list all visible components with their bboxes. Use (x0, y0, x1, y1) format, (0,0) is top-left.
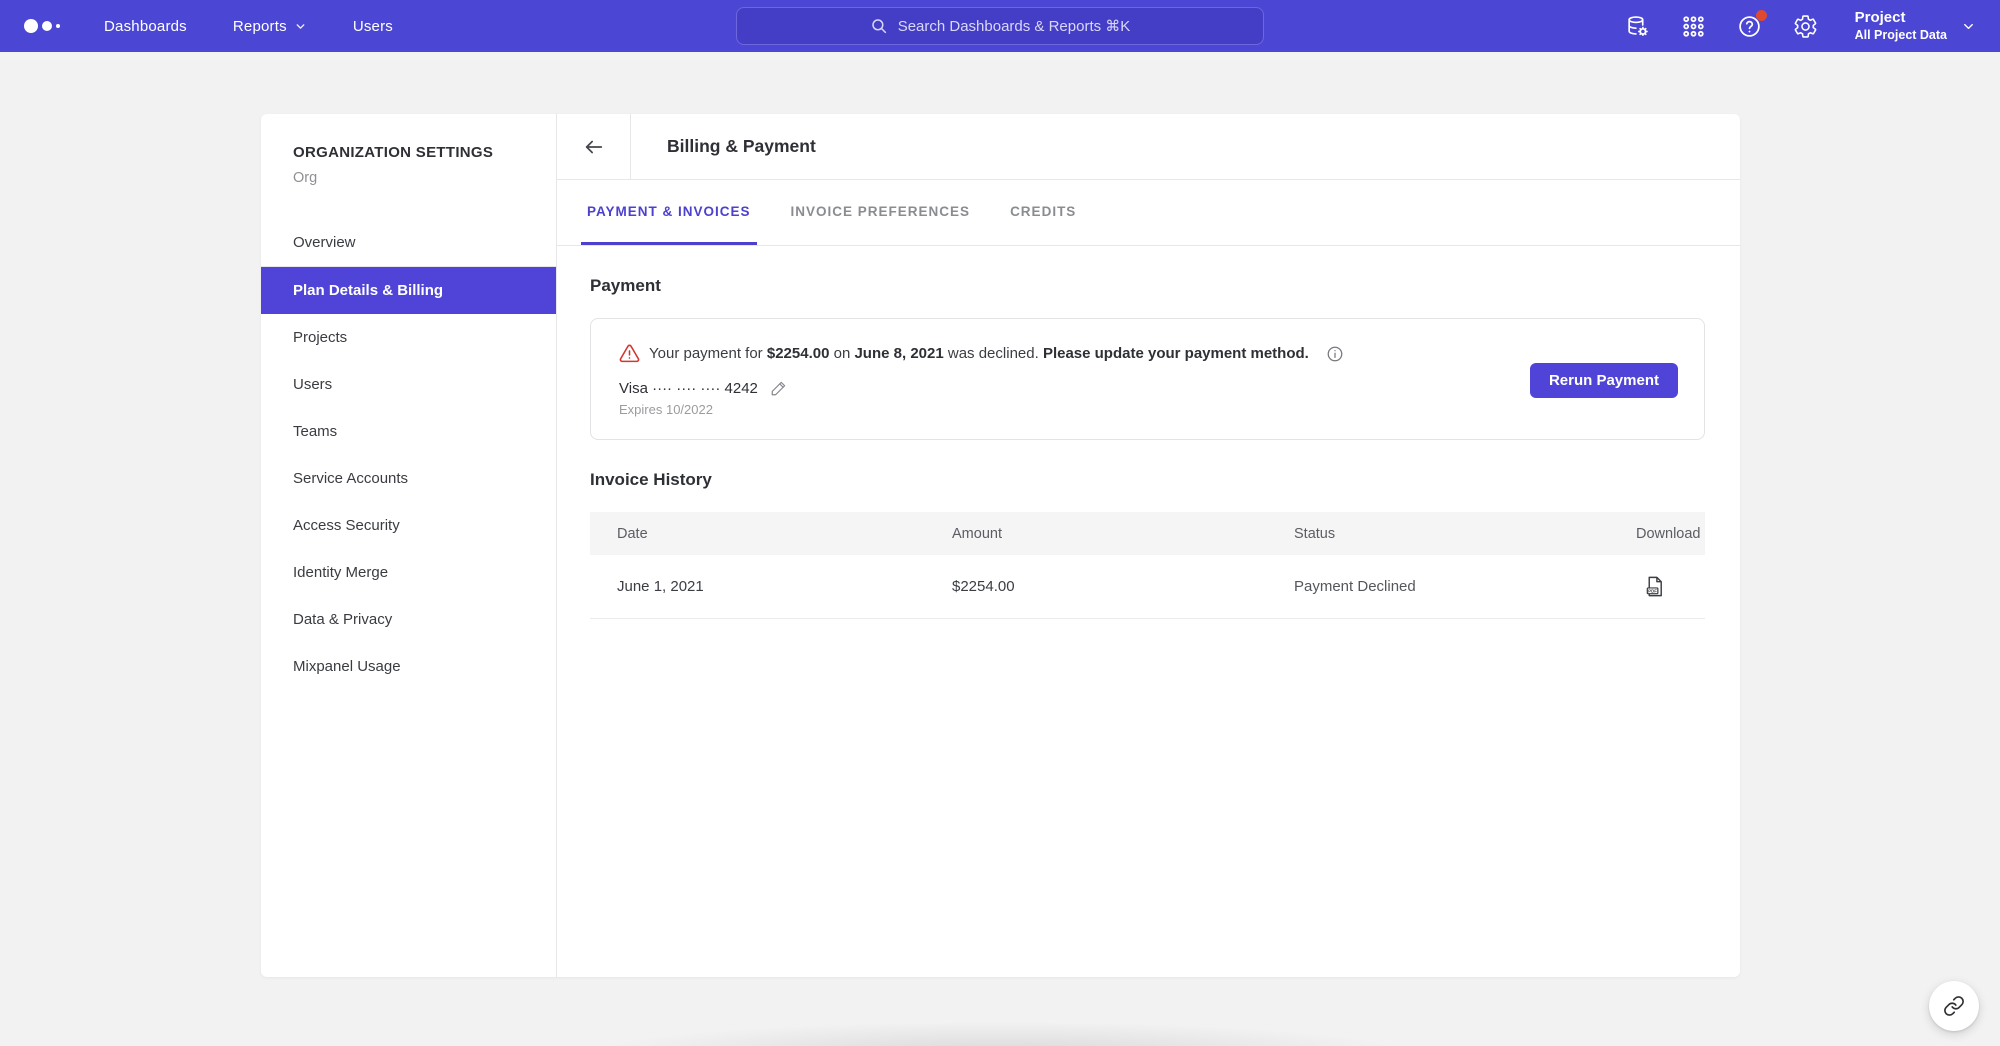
org-settings-sidebar: ORGANIZATION SETTINGS Org Overview Plan … (261, 114, 557, 977)
sidebar-nav: Overview Plan Details & Billing Projects… (261, 219, 556, 690)
sidebar-item-users[interactable]: Users (261, 361, 556, 408)
info-icon[interactable] (1326, 345, 1344, 363)
tab-credits[interactable]: CREDITS (1004, 180, 1082, 245)
link-chain-icon (1943, 995, 1965, 1017)
card-on-file: Visa ···· ···· ···· 4242 (619, 379, 1506, 397)
invoice-table-header: Date Amount Status Download (590, 512, 1705, 555)
invoice-status: Payment Declined (1294, 578, 1636, 595)
copy-link-button[interactable] (1929, 981, 1979, 1031)
sidebar-item-overview[interactable]: Overview (261, 219, 556, 266)
page-header: Billing & Payment (557, 114, 1740, 180)
sidebar-item-projects[interactable]: Projects (261, 314, 556, 361)
rerun-payment-button[interactable]: Rerun Payment (1530, 363, 1678, 398)
sidebar-item-data-privacy[interactable]: Data & Privacy (261, 596, 556, 643)
global-search-input[interactable]: Search Dashboards & Reports ⌘K (736, 7, 1264, 45)
declined-date: June 8, 2021 (854, 345, 943, 362)
invoice-table: Date Amount Status Download June 1, 2021… (590, 512, 1705, 619)
download-pdf-icon[interactable]: PDF (1643, 575, 1666, 598)
back-button[interactable] (557, 114, 631, 179)
project-value: All Project Data (1855, 28, 1947, 44)
below-fold-shadow (600, 1022, 1400, 1046)
help-icon[interactable] (1737, 13, 1763, 39)
payment-declined-card: Your payment for $2254.00 on June 8, 202… (590, 318, 1705, 440)
sidebar-item-plan-details-billing[interactable]: Plan Details & Billing (261, 267, 556, 314)
nav-item-dashboards[interactable]: Dashboards (104, 18, 187, 35)
arrow-left-icon (583, 136, 605, 158)
sidebar-item-service-accounts[interactable]: Service Accounts (261, 455, 556, 502)
sidebar-item-teams[interactable]: Teams (261, 408, 556, 455)
chevron-down-icon (1961, 19, 1976, 34)
primary-nav: Dashboards Reports Users (104, 18, 393, 35)
billing-main-panel: Billing & Payment PAYMENT & INVOICES INV… (557, 114, 1740, 977)
search-placeholder: Search Dashboards & Reports ⌘K (898, 17, 1131, 35)
edit-card-icon[interactable] (770, 379, 788, 397)
tab-invoice-preferences[interactable]: INVOICE PREFERENCES (785, 180, 977, 245)
billing-tabs: PAYMENT & INVOICES INVOICE PREFERENCES C… (557, 180, 1740, 246)
declined-amount: $2254.00 (767, 345, 830, 362)
tab-payment-invoices[interactable]: PAYMENT & INVOICES (581, 180, 757, 245)
nav-item-users[interactable]: Users (353, 18, 393, 35)
page-title: Billing & Payment (631, 114, 816, 179)
navbar-right-tools: Project All Project Data (1625, 9, 1976, 43)
declined-alert-text: Your payment for $2254.00 on June 8, 202… (619, 343, 1506, 364)
chevron-down-icon (294, 20, 307, 33)
settings-gear-icon[interactable] (1793, 13, 1819, 39)
invoice-date: June 1, 2021 (617, 578, 952, 595)
card-expiry: Expires 10/2022 (619, 402, 1506, 417)
project-label: Project (1855, 9, 1947, 28)
org-name: Org (261, 170, 556, 186)
col-date: Date (617, 526, 952, 542)
sidebar-item-identity-merge[interactable]: Identity Merge (261, 549, 556, 596)
data-management-icon[interactable] (1625, 13, 1651, 39)
apps-grid-icon[interactable] (1681, 13, 1707, 39)
col-status: Status (1294, 526, 1636, 542)
sidebar-item-mixpanel-usage[interactable]: Mixpanel Usage (261, 643, 556, 690)
col-download: Download (1636, 526, 1701, 542)
project-switcher[interactable]: Project All Project Data (1855, 9, 1976, 43)
nav-item-reports[interactable]: Reports (233, 18, 307, 35)
card-number: Visa ···· ···· ···· 4242 (619, 380, 758, 397)
settings-card: ORGANIZATION SETTINGS Org Overview Plan … (261, 114, 1740, 977)
invoice-row: June 1, 2021 $2254.00 Payment Declined P… (590, 555, 1705, 619)
tab-content: Payment Your payment for $2254.00 on Jun… (557, 246, 1740, 977)
top-navbar: Dashboards Reports Users Search Dashboar… (0, 0, 2000, 52)
warning-triangle-icon (619, 343, 640, 364)
invoice-amount: $2254.00 (952, 578, 1294, 595)
search-icon (870, 17, 888, 35)
sidebar-item-access-security[interactable]: Access Security (261, 502, 556, 549)
mixpanel-logo-icon[interactable] (24, 19, 60, 33)
notification-badge (1756, 10, 1767, 21)
invoice-history-title: Invoice History (590, 470, 1705, 490)
sidebar-title: ORGANIZATION SETTINGS (261, 144, 556, 161)
col-amount: Amount (952, 526, 1294, 542)
svg-text:PDF: PDF (1648, 589, 1657, 594)
payment-section-title: Payment (590, 276, 1705, 296)
